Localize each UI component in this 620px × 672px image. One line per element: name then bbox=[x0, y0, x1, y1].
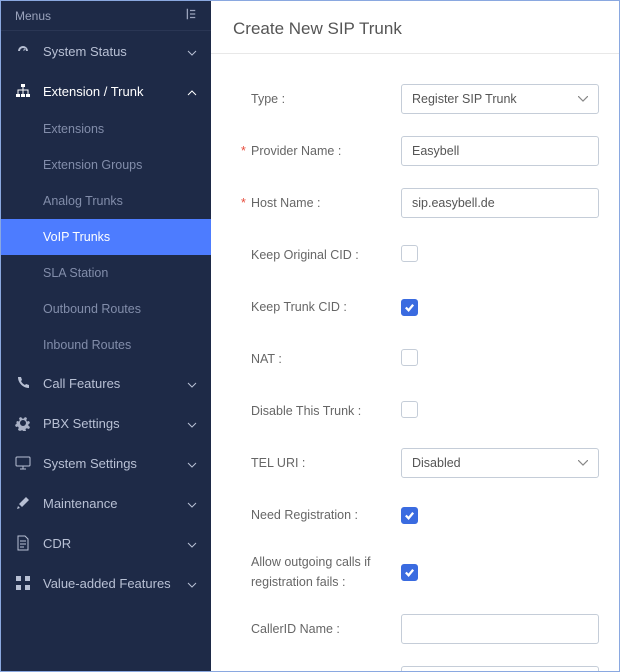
gauge-icon bbox=[15, 43, 31, 59]
sidebar-item-maintenance[interactable]: Maintenance bbox=[1, 483, 211, 523]
chevron-down-icon bbox=[187, 498, 197, 508]
sidebar-item-system-status[interactable]: System Status bbox=[1, 31, 211, 71]
row-need-registration: Need Registration : bbox=[251, 500, 599, 530]
label-keep-original-cid: Keep Original CID : bbox=[251, 248, 401, 262]
label-host-name: Host Name : bbox=[251, 196, 401, 210]
row-tel-uri: TEL URI : Disabled bbox=[251, 448, 599, 478]
row-keep-trunk-cid: Keep Trunk CID : bbox=[251, 292, 599, 322]
grid-icon bbox=[15, 575, 31, 591]
phone-icon bbox=[15, 375, 31, 391]
row-nat: NAT : bbox=[251, 344, 599, 374]
sidebar-item-outbound-routes[interactable]: Outbound Routes bbox=[43, 291, 211, 327]
doc-icon bbox=[15, 535, 31, 551]
username-input[interactable] bbox=[401, 666, 599, 671]
sidebar: Menus System Status Extension / Trunk Ex… bbox=[1, 1, 211, 671]
row-host-name: Host Name : bbox=[251, 188, 599, 218]
sidebar-item-label: Extension / Trunk bbox=[43, 84, 175, 99]
submenu-extension-trunk: Extensions Extension Groups Analog Trunk… bbox=[1, 111, 211, 363]
row-callerid-name: CallerID Name : bbox=[251, 614, 599, 644]
disable-trunk-checkbox[interactable] bbox=[401, 401, 418, 418]
row-disable-trunk: Disable This Trunk : bbox=[251, 396, 599, 426]
chevron-down-icon bbox=[187, 578, 197, 588]
sidebar-item-label: Call Features bbox=[43, 376, 175, 391]
sidebar-item-cdr[interactable]: CDR bbox=[1, 523, 211, 563]
keep-trunk-cid-checkbox[interactable] bbox=[401, 299, 418, 316]
chevron-down-icon bbox=[187, 458, 197, 468]
label-type: Type : bbox=[251, 92, 401, 106]
label-provider-name: Provider Name : bbox=[251, 144, 401, 158]
sidebar-item-call-features[interactable]: Call Features bbox=[1, 363, 211, 403]
gear-icon bbox=[15, 415, 31, 431]
tools-icon bbox=[15, 495, 31, 511]
sidebar-title: Menus bbox=[15, 9, 51, 23]
network-icon bbox=[15, 83, 31, 99]
keep-original-cid-checkbox[interactable] bbox=[401, 245, 418, 262]
chevron-up-icon bbox=[187, 86, 197, 96]
label-nat: NAT : bbox=[251, 352, 401, 366]
label-callerid-name: CallerID Name : bbox=[251, 622, 401, 636]
row-type: Type : Register SIP Trunk bbox=[251, 84, 599, 114]
sidebar-item-inbound-routes[interactable]: Inbound Routes bbox=[43, 327, 211, 363]
chevron-down-icon bbox=[187, 46, 197, 56]
sidebar-item-label: System Status bbox=[43, 44, 175, 59]
collapse-menu-icon[interactable] bbox=[183, 7, 197, 24]
desktop-icon bbox=[15, 455, 31, 471]
page-title: Create New SIP Trunk bbox=[211, 1, 619, 54]
label-allow-outgoing: Allow outgoing calls if registration fai… bbox=[251, 552, 401, 592]
chevron-down-icon bbox=[187, 418, 197, 428]
main-content: Create New SIP Trunk Type : Register SIP… bbox=[211, 1, 619, 671]
sidebar-item-system-settings[interactable]: System Settings bbox=[1, 443, 211, 483]
sidebar-item-analog-trunks[interactable]: Analog Trunks bbox=[43, 183, 211, 219]
sidebar-item-voip-trunks[interactable]: VoIP Trunks bbox=[1, 219, 211, 255]
sidebar-item-extension-trunk[interactable]: Extension / Trunk bbox=[1, 71, 211, 111]
label-need-registration: Need Registration : bbox=[251, 508, 401, 522]
sidebar-item-pbx-settings[interactable]: PBX Settings bbox=[1, 403, 211, 443]
form-area: Type : Register SIP Trunk Provider Name … bbox=[211, 54, 619, 671]
sidebar-item-label: Maintenance bbox=[43, 496, 175, 511]
sidebar-item-label: Value-added Features bbox=[43, 576, 175, 591]
tel-uri-select[interactable]: Disabled bbox=[401, 448, 599, 478]
chevron-down-icon bbox=[187, 378, 197, 388]
row-allow-outgoing: Allow outgoing calls if registration fai… bbox=[251, 552, 599, 592]
callerid-name-input[interactable] bbox=[401, 614, 599, 644]
host-name-input[interactable] bbox=[401, 188, 599, 218]
chevron-down-icon bbox=[187, 538, 197, 548]
need-registration-checkbox[interactable] bbox=[401, 507, 418, 524]
type-select[interactable]: Register SIP Trunk bbox=[401, 84, 599, 114]
sidebar-item-sla-station[interactable]: SLA Station bbox=[43, 255, 211, 291]
sidebar-item-value-added[interactable]: Value-added Features bbox=[1, 563, 211, 603]
allow-outgoing-checkbox[interactable] bbox=[401, 564, 418, 581]
row-keep-original-cid: Keep Original CID : bbox=[251, 240, 599, 270]
sidebar-item-label: CDR bbox=[43, 536, 175, 551]
label-disable-trunk: Disable This Trunk : bbox=[251, 404, 401, 418]
sidebar-item-label: System Settings bbox=[43, 456, 175, 471]
label-tel-uri: TEL URI : bbox=[251, 456, 401, 470]
row-username: Username : 0049 bbox=[251, 666, 599, 671]
sidebar-header: Menus bbox=[1, 1, 211, 31]
row-provider-name: Provider Name : bbox=[251, 136, 599, 166]
sidebar-item-extensions[interactable]: Extensions bbox=[43, 111, 211, 147]
provider-name-input[interactable] bbox=[401, 136, 599, 166]
nat-checkbox[interactable] bbox=[401, 349, 418, 366]
sidebar-item-extension-groups[interactable]: Extension Groups bbox=[43, 147, 211, 183]
label-keep-trunk-cid: Keep Trunk CID : bbox=[251, 300, 401, 314]
sidebar-item-label: PBX Settings bbox=[43, 416, 175, 431]
